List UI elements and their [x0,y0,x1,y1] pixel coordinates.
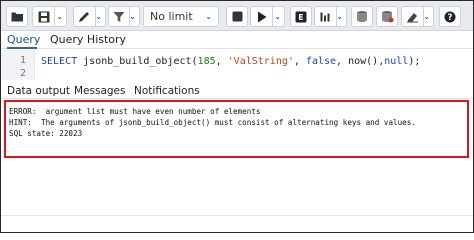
chevron-down-icon[interactable]: ⌄ [336,12,343,21]
tab-messages[interactable]: Messages [74,84,126,98]
pen-icon [79,11,89,22]
explain-analyze-icon [320,12,329,21]
query-toolbar: ⌄ ⌄ ⌄ No limit ⌄ ⌄ ⌄ ⌄ ? [1,1,473,31]
sql-punctuation: , [293,56,306,67]
line-number: 2 [19,68,26,79]
play-icon [257,11,266,22]
tab-notifications[interactable]: Notifications [134,84,200,98]
line-number-gutter: 1 2 [1,50,35,80]
error-line: ERROR: argument list must have even numb… [9,107,261,116]
sql-number-literal: 185 [197,56,216,67]
execute-button[interactable]: ⌄ [250,6,285,27]
sql-keyword: false [305,56,337,67]
filter-icon [113,11,125,22]
output-tabs: Data output Messages Notifications [1,84,473,99]
sql-keyword: SELECT [41,56,78,67]
sql-keyword: null [384,56,409,67]
row-limit-select[interactable]: No limit ⌄ [143,6,219,27]
tab-data-output[interactable]: Data output [7,84,70,98]
row-limit-value: No limit [150,10,193,23]
chevron-down-icon[interactable]: ⌄ [56,12,63,21]
commit-icon [356,11,367,22]
chevron-down-icon[interactable]: ⌄ [423,12,430,21]
save-icon [38,11,50,22]
explain-button[interactable] [290,6,312,27]
tab-query-history[interactable]: Query History [50,33,126,47]
query-tabs: Query Query History [1,32,473,49]
sql-function-call: jsonb_build_object( [77,56,198,67]
rollback-icon [381,11,393,23]
save-button[interactable]: ⌄ [32,6,67,27]
clear-icon [407,12,418,22]
help-button[interactable]: ? [439,6,461,27]
explain-icon [295,11,307,22]
sql-string-literal: 'ValString' [227,56,294,67]
filter-button[interactable]: ⌄ [108,6,140,27]
edit-button[interactable]: ⌄ [73,6,106,27]
commit-button[interactable] [351,6,373,27]
error-message-panel: ERROR: argument list must have even numb… [4,100,469,158]
chevron-down-icon: ⌄ [205,12,212,21]
open-file-button[interactable] [6,6,28,27]
stop-icon [232,11,242,22]
help-icon: ? [444,11,456,23]
sql-editor[interactable]: 1 2 SELECT jsonb_build_object(185, 'ValS… [1,50,473,80]
rollback-button[interactable] [376,6,398,27]
chevron-down-icon[interactable]: ⌄ [95,12,102,21]
tab-query[interactable]: Query [7,33,40,47]
chevron-down-icon[interactable]: ⌄ [129,12,136,21]
active-tab-indicator [7,47,37,49]
sql-punctuation: , now(), [336,56,385,67]
explain-analyze-button[interactable]: ⌄ [314,6,347,27]
sql-code-line[interactable]: SELECT jsonb_build_object(185, 'ValStrin… [41,55,420,68]
divider [1,215,473,216]
sql-punctuation: ); [408,56,421,67]
cancel-query-button[interactable] [226,6,248,27]
sql-state-line: SQL state: 22023 [9,129,83,138]
hint-line: HINT: The arguments of jsonb_build_objec… [9,118,416,127]
chevron-down-icon[interactable]: ⌄ [274,12,281,21]
folder-icon [11,12,23,22]
clear-button[interactable]: ⌄ [401,6,434,27]
svg-text:?: ? [448,13,453,23]
line-number: 1 [19,55,26,66]
sql-punctuation: , [215,56,228,67]
